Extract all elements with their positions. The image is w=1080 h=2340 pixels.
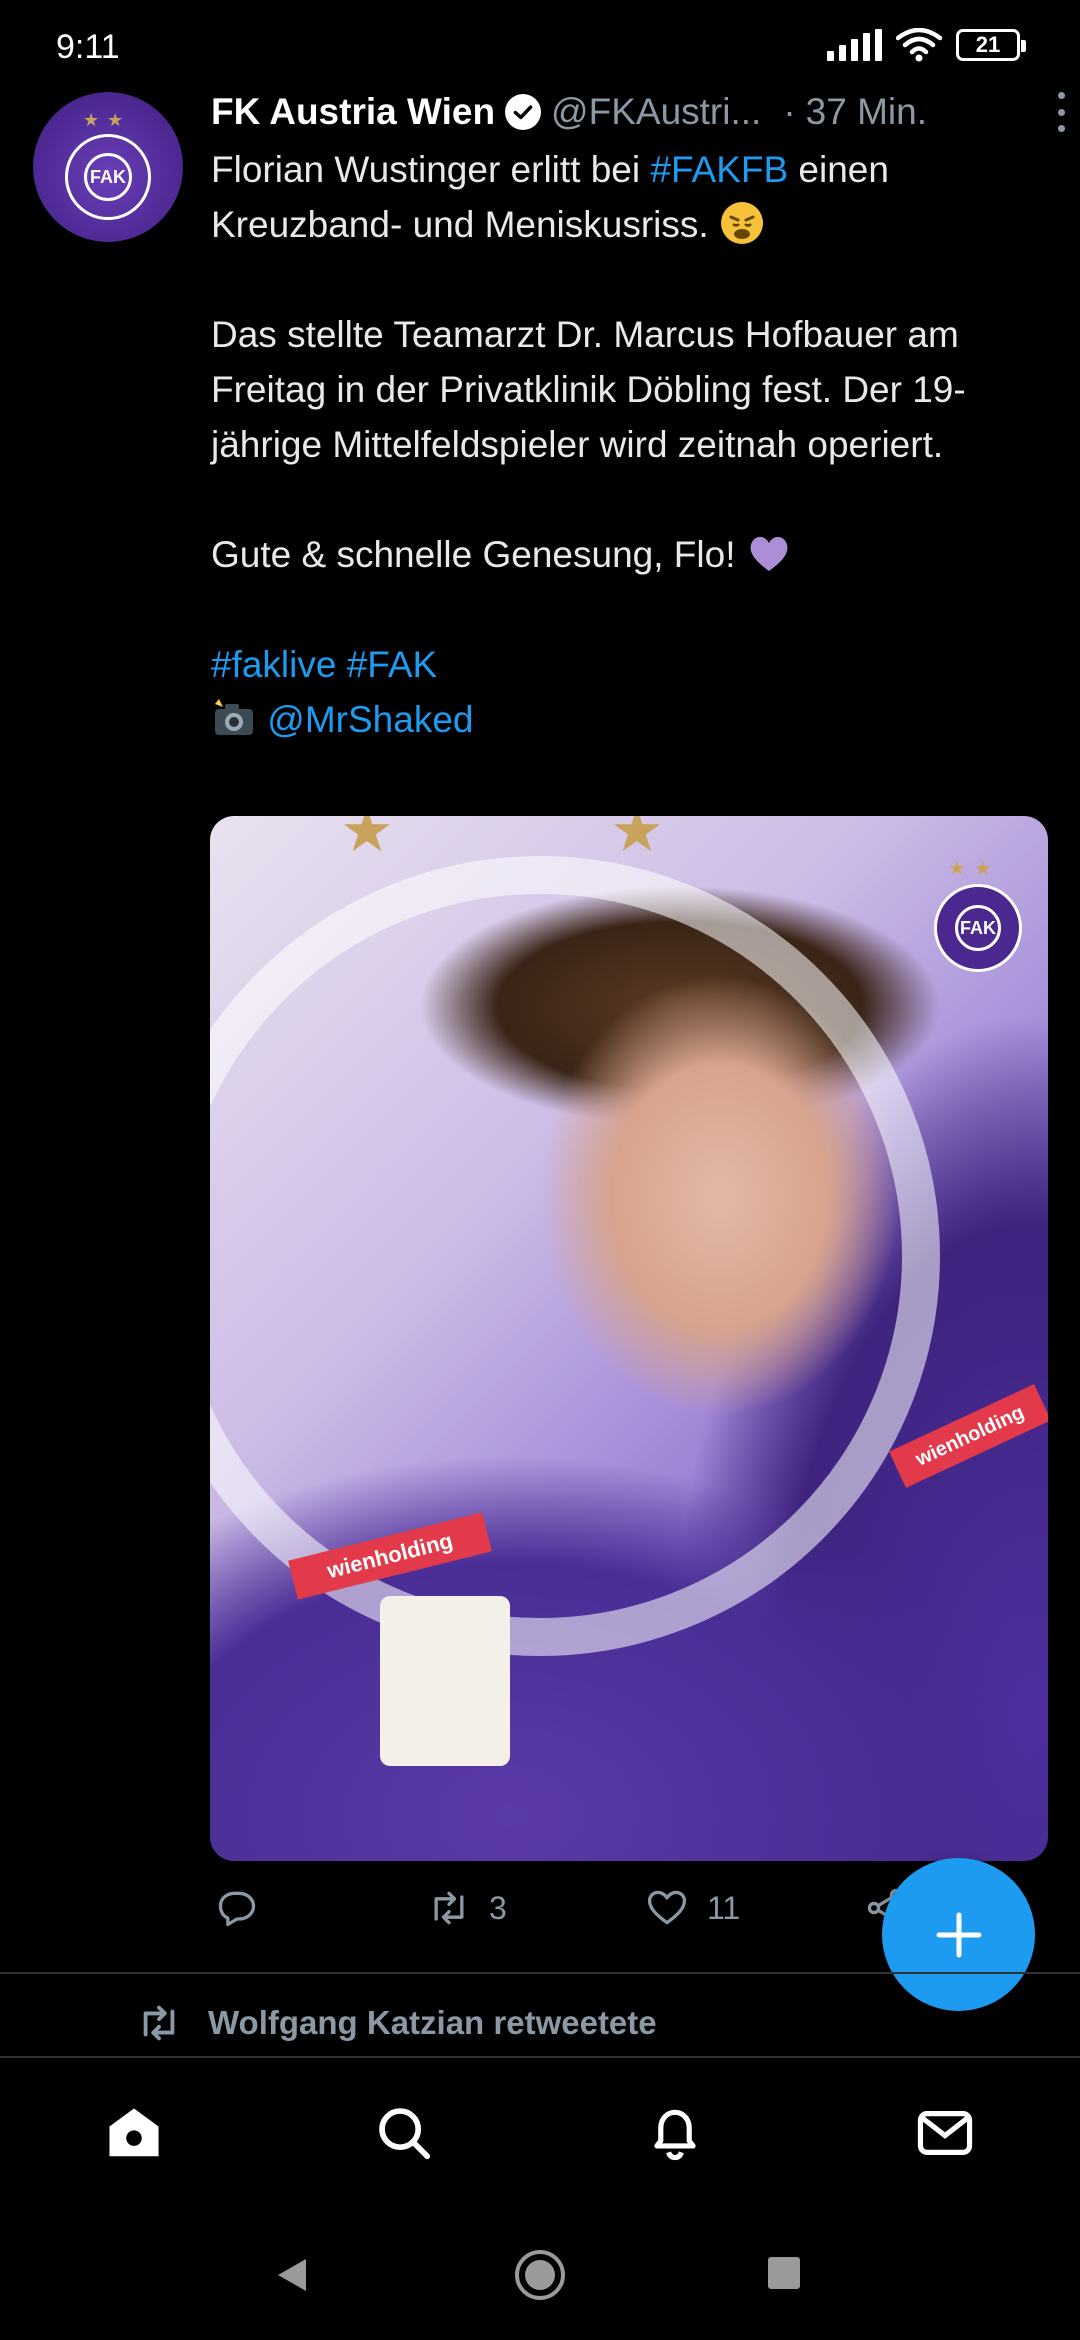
- messages-icon: [917, 2111, 973, 2155]
- background-star-icon: ★: [610, 816, 664, 864]
- search-icon: [379, 2108, 431, 2160]
- retweet-notice-row[interactable]: Wolfgang Katzian retweetete: [136, 2000, 657, 2046]
- home-circle-icon[interactable]: [513, 2248, 567, 2302]
- verified-icon: [505, 94, 542, 130]
- fak-logo: ★★ FAK: [932, 856, 1024, 976]
- tweet-paragraph-3: Gute & schnelle Genesung, Flo!: [211, 527, 1051, 582]
- timestamp[interactable]: 37 Min.: [806, 91, 927, 133]
- like-count: 11: [707, 1889, 741, 1926]
- retweet-icon: [434, 1891, 464, 1925]
- like-icon: [647, 1890, 687, 1925]
- notifications-icon: [654, 2109, 696, 2161]
- more-icon[interactable]: [1051, 92, 1071, 132]
- status-bar: 9:11 21: [0, 0, 1080, 92]
- wifi-icon: [896, 28, 942, 62]
- tweet-header: FK Austria Wien @FKAustri... · 37 Min.: [211, 86, 1065, 138]
- status-time: 9:11: [56, 28, 120, 66]
- tweet-text: Florian Wustinger erlitt bei #FAKFB eine…: [211, 142, 1051, 747]
- hashtag-faklive[interactable]: #faklive: [211, 644, 336, 685]
- background-crest-ring: [210, 856, 940, 1656]
- retweet-button[interactable]: 3: [427, 1886, 507, 1930]
- nav-search[interactable]: [371, 2100, 437, 2166]
- hashtag-fak[interactable]: #FAK: [347, 644, 438, 685]
- tweet-paragraph-1: Florian Wustinger erlitt bei #FAKFB eine…: [211, 149, 889, 245]
- nav-home[interactable]: [101, 2100, 167, 2166]
- avatar-crest-icon: FAK: [65, 134, 151, 220]
- avatar-stars-icon: ★★: [83, 110, 132, 130]
- display-name[interactable]: FK Austria Wien: [211, 91, 495, 133]
- background-star-icon: ★: [340, 816, 394, 864]
- nav-messages[interactable]: [912, 2100, 978, 2166]
- avatar-label: FAK: [84, 153, 132, 201]
- signal-icon: [827, 29, 882, 61]
- separator: ·: [783, 91, 796, 132]
- recents-icon[interactable]: [766, 2255, 802, 2291]
- reply-icon: [218, 1891, 256, 1927]
- battery-icon: 21: [956, 29, 1026, 61]
- tweet-paragraph-5: @MrShaked: [211, 692, 1051, 747]
- retweet-count: 3: [489, 1889, 507, 1926]
- handle[interactable]: @FKAustri...: [551, 91, 761, 133]
- nav-notifications[interactable]: [642, 2100, 708, 2166]
- hashtag-fakfb[interactable]: #FAKFB: [650, 149, 788, 190]
- status-icons: 21: [827, 28, 1026, 62]
- camera-flash-emoji-icon: [215, 699, 253, 735]
- home-icon: [109, 2108, 159, 2157]
- system-nav-bar: [0, 2210, 1080, 2340]
- bundesliga-badge: [380, 1596, 510, 1766]
- mention-mrshaked[interactable]: @MrShaked: [267, 699, 473, 740]
- retweet-notice: Wolfgang Katzian retweetete: [208, 2004, 657, 2041]
- avatar[interactable]: ★★ FAK: [33, 92, 183, 242]
- back-icon[interactable]: [272, 2255, 312, 2295]
- tweet-paragraph-4: #faklive #FAK: [211, 637, 1051, 692]
- purple-heart-emoji-icon: [750, 536, 788, 571]
- tweet-media-image[interactable]: ★ ★ wienholding wienholding ★★ FAK: [210, 816, 1048, 1861]
- compose-icon: [936, 1912, 981, 1957]
- retweet-icon: [143, 2005, 175, 2041]
- battery-level: 21: [975, 32, 1001, 57]
- bottom-nav: [0, 2058, 1080, 2208]
- weary-face-emoji-icon: [720, 202, 763, 244]
- tweet-paragraph-2: Das stellte Teamarzt Dr. Marcus Hofbauer…: [211, 314, 966, 465]
- logo-crest-icon: FAK: [934, 884, 1022, 972]
- logo-stars-icon: ★★: [948, 858, 1000, 880]
- divider: [0, 1972, 1080, 1974]
- compose-button[interactable]: [882, 1858, 1035, 2011]
- like-button[interactable]: 11: [645, 1886, 740, 1930]
- reply-button[interactable]: [215, 1886, 259, 1930]
